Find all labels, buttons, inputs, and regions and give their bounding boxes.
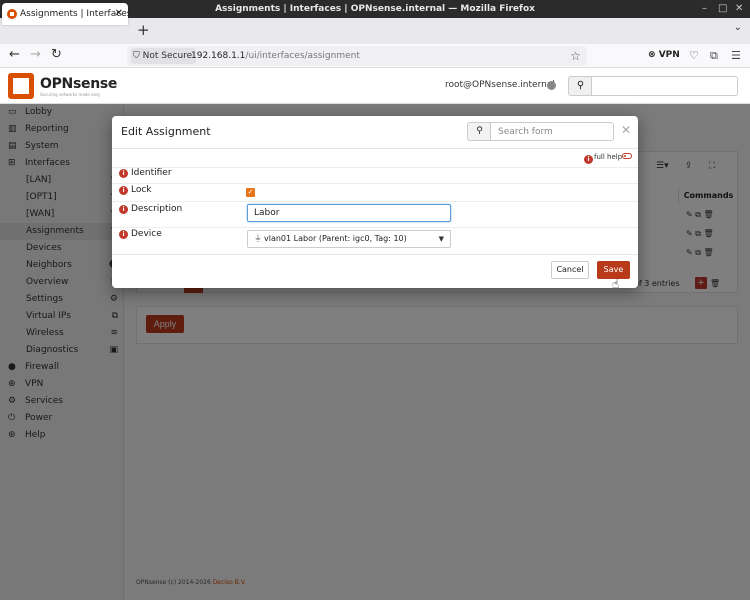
device-label: Device	[131, 229, 162, 239]
bookmark-star-icon[interactable]: ☆	[570, 46, 581, 66]
opnsense-favicon-icon	[7, 9, 17, 19]
info-icon[interactable]: i	[119, 205, 128, 214]
close-window-icon[interactable]: ✕	[735, 0, 743, 18]
shield-icon: ⛉	[133, 51, 140, 61]
lock-row	[112, 183, 638, 201]
window-title: Assignments | Interfaces | OPNsense.inte…	[215, 4, 535, 14]
new-tab-icon[interactable]: +	[137, 21, 150, 39]
maximize-icon[interactable]: □	[718, 0, 727, 18]
mouse-pointer-icon: ☝	[612, 277, 620, 291]
info-icon[interactable]: i	[119, 230, 128, 239]
reload-icon[interactable]: ↻	[51, 47, 62, 62]
back-icon[interactable]: ←	[9, 47, 20, 62]
status-icon[interactable]	[547, 81, 556, 90]
pocket-icon[interactable]: ♡	[689, 49, 699, 62]
description-label: Description	[131, 204, 183, 214]
divider	[112, 148, 638, 149]
full-help-label: full help	[594, 153, 623, 161]
brand-name: OPNsense	[40, 76, 118, 92]
minimize-icon[interactable]: –	[702, 0, 707, 18]
menu-icon[interactable]: ☰	[731, 49, 741, 62]
not-secure-badge[interactable]: ⛉ Not Secure	[131, 48, 197, 64]
divider	[112, 254, 638, 255]
cancel-button[interactable]: Cancel	[551, 261, 589, 279]
device-select[interactable]: ⏚ vlan01 Labor (Parent: igc0, Tag: 10) ▼	[247, 230, 451, 248]
navigation-bar: ← → ↻ ⛉ Not Secure 192.168.1.1/ui/interf…	[0, 44, 750, 68]
dialog-title: Edit Assignment	[121, 125, 211, 138]
tab-title: Assignments | Interfaces | O	[20, 9, 128, 19]
search-icon[interactable]: ⚲	[568, 76, 592, 96]
header-search-input[interactable]	[591, 76, 738, 96]
description-input[interactable]	[247, 204, 451, 222]
plug-icon: ⏚	[254, 234, 262, 243]
search-form-input[interactable]	[490, 122, 614, 141]
lock-checkbox[interactable]: ✓	[246, 188, 255, 197]
url-text[interactable]: 192.168.1.1/ui/interfaces/assignment	[191, 46, 360, 66]
list-tabs-icon[interactable]: ⌄	[734, 22, 742, 33]
search-icon[interactable]: ⚲	[467, 122, 491, 141]
full-help-toggle[interactable]	[622, 153, 632, 159]
opnsense-logo-icon[interactable]	[8, 73, 34, 99]
user-label[interactable]: root@OPNsense.internal	[445, 80, 555, 90]
info-icon[interactable]: i	[119, 186, 128, 195]
close-icon[interactable]: ✕	[621, 123, 631, 137]
app-header: OPNsense Securing networks made easy ‹ r…	[0, 68, 750, 104]
browser-tab[interactable]: Assignments | Interfaces | O ✕	[2, 3, 128, 25]
chevron-down-icon: ▼	[438, 235, 444, 243]
info-icon: i	[584, 155, 593, 164]
collapse-sidebar-icon[interactable]: ‹	[108, 77, 113, 91]
identifier-label: Identifier	[131, 168, 172, 178]
forward-icon[interactable]: →	[30, 47, 41, 62]
extensions-icon[interactable]: ⧉	[710, 49, 718, 63]
tab-close-icon[interactable]: ✕	[115, 3, 123, 25]
identifier-row	[112, 167, 638, 183]
edit-assignment-dialog: Edit Assignment ⚲ ✕ i full help i Identi…	[112, 116, 638, 288]
info-icon[interactable]: i	[119, 169, 128, 178]
vpn-button[interactable]: ⊗ VPN	[648, 50, 680, 60]
lock-label: Lock	[131, 185, 152, 195]
url-bar[interactable]: ⛉ Not Secure 192.168.1.1/ui/interfaces/a…	[127, 46, 587, 66]
brand-tagline: Securing networks made easy	[40, 92, 101, 97]
